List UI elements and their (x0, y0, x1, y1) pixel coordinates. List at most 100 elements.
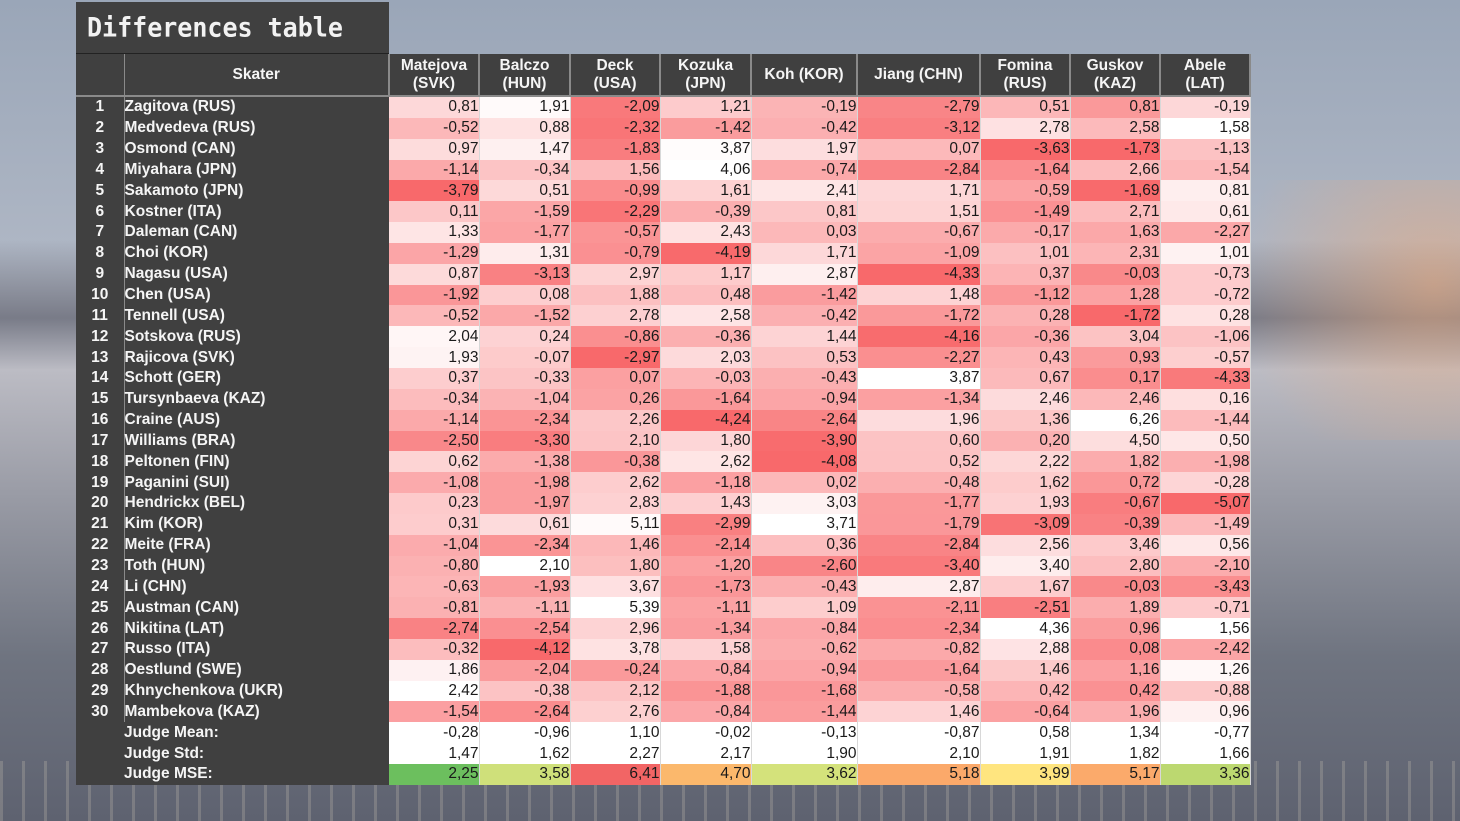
table-row: 23 Toth (HUN) -0,80 2,10 1,80 -1,20 -2,60 -3,40… (76, 555, 1251, 577)
difference-cell: 0,16 (1160, 388, 1251, 410)
difference-cell: -0,28 (1160, 472, 1251, 494)
difference-cell: -1,72 (1070, 305, 1161, 327)
difference-cell: -1,59 (479, 201, 571, 223)
footer-value-cell: 1,47 (389, 743, 480, 764)
skater-name-cell: Rajicova (SVK) (123, 347, 389, 368)
difference-cell: 0,67 (980, 367, 1071, 389)
difference-cell: 1,01 (1160, 242, 1251, 264)
difference-cell: 1,71 (751, 242, 858, 264)
difference-cell: -1,49 (980, 201, 1071, 223)
difference-cell: -2,84 (857, 159, 981, 181)
difference-cell: -1,54 (1160, 159, 1251, 181)
difference-cell: 1,36 (980, 409, 1071, 431)
difference-cell: 2,80 (1070, 555, 1161, 577)
difference-cell: 0,07 (570, 367, 661, 389)
difference-cell: -0,43 (751, 367, 858, 389)
difference-cell: 2,22 (980, 451, 1071, 473)
difference-cell: 0,24 (479, 326, 571, 348)
difference-cell: 0,61 (1160, 201, 1251, 223)
rank-cell: 4 (76, 159, 124, 181)
difference-cell: -0,52 (389, 305, 480, 327)
difference-cell: -0,58 (857, 680, 981, 702)
table-row: 17 Williams (BRA) -2,50 -3,30 2,10 1,80 -3,90 0… (76, 430, 1251, 452)
difference-cell: -1,14 (389, 159, 480, 181)
difference-cell: -0,64 (980, 701, 1071, 723)
difference-cell: 0,51 (479, 180, 571, 202)
footer-value-cell: 3,58 (479, 764, 571, 785)
difference-cell: -2,99 (660, 513, 752, 535)
judge-header-line: (USA) (593, 74, 637, 92)
footer-value-cell: 1,66 (1160, 743, 1251, 764)
rank-cell: 30 (76, 701, 124, 723)
difference-cell: 1,56 (1160, 618, 1251, 639)
judge-header-line: Balczo (499, 56, 550, 74)
table-row: 1 Zagitova (RUS) 0,81 1,91 -2,09 1,21 -0,19 -2,… (76, 96, 1251, 118)
difference-cell: 0,81 (1160, 180, 1251, 202)
difference-cell: -0,63 (389, 576, 480, 598)
difference-cell: 0,42 (1070, 680, 1161, 702)
difference-cell: 2,78 (980, 117, 1071, 139)
difference-cell: 0,28 (1160, 305, 1251, 327)
difference-cell: 2,87 (857, 576, 981, 598)
difference-cell: -0,94 (751, 659, 858, 681)
difference-cell: 2,66 (1070, 159, 1161, 181)
footer-value-cell: 1,10 (570, 722, 661, 744)
difference-cell: 0,81 (751, 201, 858, 223)
difference-cell: 0,97 (389, 138, 480, 160)
difference-cell: -0,03 (660, 367, 752, 389)
difference-cell: 2,87 (751, 263, 858, 285)
difference-cell: 0,81 (389, 96, 480, 118)
table-row: 4 Miyahara (JPN) -1,14 -0,34 1,56 4,06 -0,74 -2… (76, 159, 1251, 181)
footer-label: Judge Mean: (124, 722, 389, 744)
footer-value-cell: 4,70 (660, 764, 752, 785)
difference-cell: 2,83 (570, 493, 661, 514)
judge-header-line: Jiang (CHN) (874, 65, 963, 83)
skater-name-cell: Zagitova (RUS) (123, 96, 389, 118)
skater-name-cell: Hendrickx (BEL) (123, 493, 389, 514)
difference-cell: -1,88 (660, 680, 752, 702)
difference-cell: 0,56 (1160, 534, 1251, 556)
rank-header (76, 54, 125, 97)
footer-value-cell: 3,62 (751, 764, 858, 785)
footer-row: Judge Std: 1,47 1,62 2,27 2,17 1,90 2,10 1,91 1,… (76, 743, 1251, 764)
difference-cell: -3,12 (857, 117, 981, 139)
difference-cell: -1,69 (1070, 180, 1161, 202)
table-row: 28 Oestlund (SWE) 1,86 -2,04 -0,24 -0,84 -0,94… (76, 659, 1251, 681)
judge-header-line: Kozuka (677, 56, 734, 74)
skater-name-cell: Sakamoto (JPN) (123, 180, 389, 202)
rank-cell: 18 (76, 451, 124, 473)
skater-name-cell: Peltonen (FIN) (123, 451, 389, 473)
difference-cell: 0,08 (1070, 638, 1161, 660)
rank-cell: 29 (76, 680, 124, 702)
difference-cell: -2,64 (479, 701, 571, 723)
table-row: 27 Russo (ITA) -0,32 -4,12 3,78 1,58 -0,62 -0,8… (76, 638, 1251, 660)
table-row: 21 Kim (KOR) 0,31 0,61 5,11 -2,99 3,71 -1,79 -3,… (76, 513, 1251, 535)
skater-name-cell: Toth (HUN) (123, 555, 389, 577)
difference-cell: 2,56 (980, 534, 1071, 556)
difference-cell: 0,37 (389, 367, 480, 389)
judge-header-6: Fomina (RUS) (980, 54, 1071, 97)
rank-cell: 16 (76, 409, 124, 431)
rank-cell: 2 (76, 117, 124, 139)
judge-header-1: Balczo (HUN) (479, 54, 571, 97)
judge-header-5: Jiang (CHN) (857, 54, 981, 97)
judge-header-line: (SVK) (412, 74, 456, 92)
footer-row: Judge Mean: -0,28 -0,96 1,10 -0,02 -0,13 -0,87… (76, 722, 1251, 744)
difference-cell: -1,11 (660, 597, 752, 619)
difference-cell: -2,74 (389, 618, 480, 639)
judge-header-line: Fomina (997, 56, 1053, 74)
difference-cell: -0,32 (389, 638, 480, 660)
difference-cell: 2,31 (1070, 242, 1161, 264)
difference-cell: 2,26 (570, 409, 661, 431)
difference-cell: -0,42 (751, 305, 858, 327)
difference-cell: 0,03 (751, 222, 858, 243)
difference-cell: 1,33 (389, 222, 480, 243)
difference-cell: -2,04 (479, 659, 571, 681)
difference-cell: 1,58 (1160, 117, 1251, 139)
footer-spacer (76, 743, 124, 764)
table-row: 12 Sotskova (RUS) 2,04 0,24 -0,86 -0,36 1,44 -4… (76, 326, 1251, 348)
difference-cell: 4,06 (660, 159, 752, 181)
difference-cell: -3,09 (980, 513, 1071, 535)
difference-cell: -1,06 (1160, 326, 1251, 348)
difference-cell: 1,96 (857, 409, 981, 431)
